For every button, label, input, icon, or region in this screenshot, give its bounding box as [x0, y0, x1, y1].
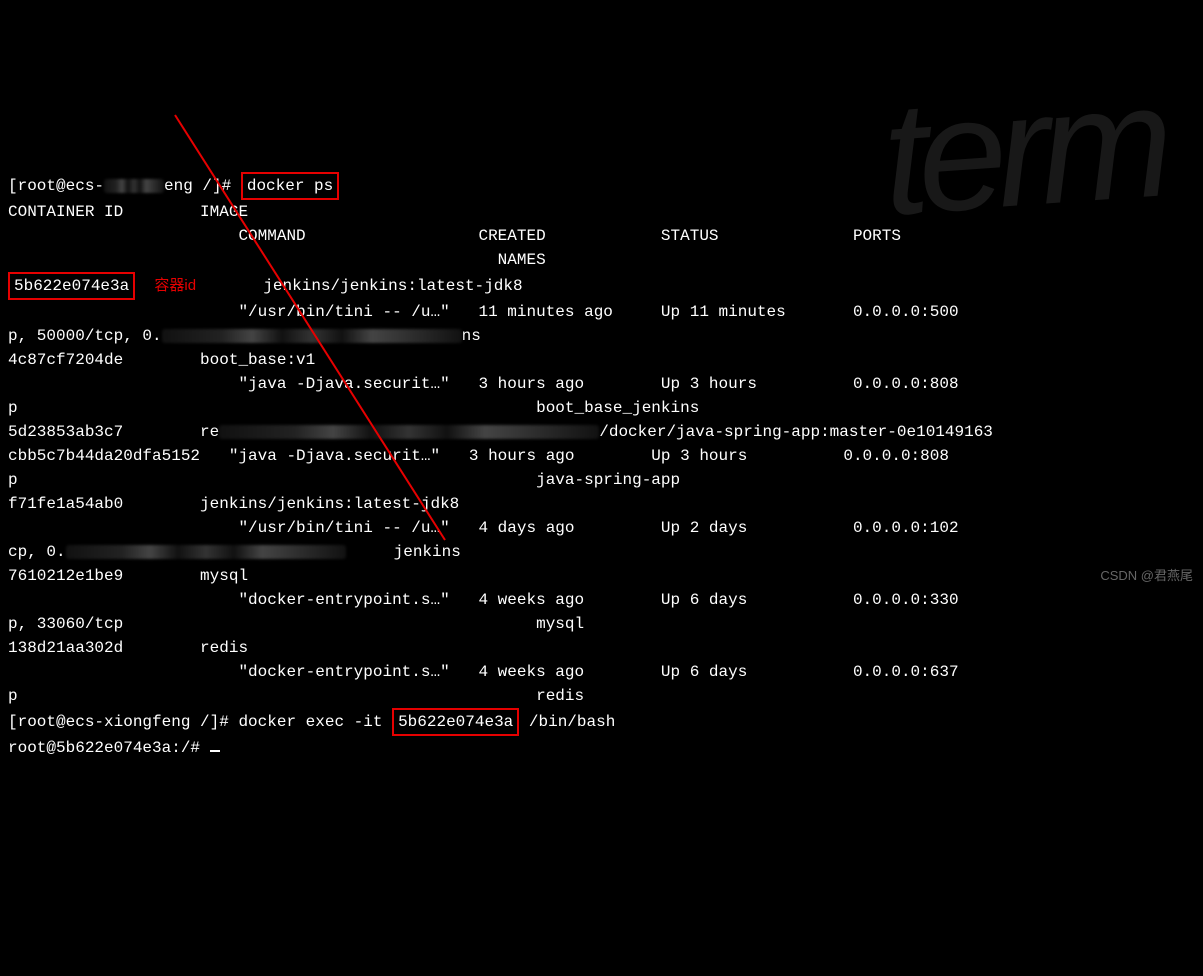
- table-row: p boot_base_jenkins: [8, 399, 699, 417]
- table-row: "/usr/bin/tini -- /u…" 4 days ago Up 2 d…: [8, 519, 959, 537]
- table-row: p redis: [8, 687, 584, 705]
- annotation-label: 容器id: [154, 277, 196, 294]
- table-row: "/usr/bin/tini -- /u…" 11 minutes ago Up…: [8, 303, 959, 321]
- table-row: "docker-entrypoint.s…" 4 weeks ago Up 6 …: [8, 663, 959, 681]
- cursor-icon: [210, 750, 220, 752]
- table-row: 138d21aa302d redis: [8, 639, 248, 657]
- csdn-watermark: CSDN @君燕尾: [1100, 566, 1193, 586]
- command-tail: /bin/bash: [519, 713, 615, 731]
- terminal-output: [root@ecs-eng /]# docker ps CONTAINER ID…: [8, 148, 1195, 760]
- table-row: cbb5c7b44da20dfa5152 "java -Djava.securi…: [8, 447, 949, 465]
- command-box-dockerps: docker ps: [241, 172, 339, 200]
- shell-prompt: [root@ecs-eng /]#: [8, 177, 231, 195]
- table-header: CONTAINER ID IMAGE: [8, 203, 248, 221]
- table-row: "java -Djava.securit…" 3 hours ago Up 3 …: [8, 375, 959, 393]
- table-row: "docker-entrypoint.s…" 4 weeks ago Up 6 …: [8, 591, 959, 609]
- table-row: p, 50000/tcp, 0.ns: [8, 327, 481, 345]
- table-row: p, 33060/tcp mysql: [8, 615, 584, 633]
- table-row: cp, 0. jenkins: [8, 543, 461, 561]
- table-row: f71fe1a54ab0 jenkins/jenkins:latest-jdk8: [8, 495, 459, 513]
- table-row: 4c87cf7204de boot_base:v1: [8, 351, 315, 369]
- table-header: COMMAND CREATED STATUS PORTS: [8, 227, 901, 245]
- table-row: 7610212e1be9 mysql: [8, 567, 248, 585]
- shell-prompt[interactable]: root@5b622e074e3a:/#: [8, 739, 210, 757]
- table-header: NAMES: [8, 251, 546, 269]
- shell-prompt: [root@ecs-xiongfeng /]# docker exec -it: [8, 713, 392, 731]
- table-row: jenkins/jenkins:latest-jdk8: [196, 277, 522, 295]
- container-id-box: 5b622e074e3a: [8, 272, 135, 300]
- table-row: p java-spring-app: [8, 471, 680, 489]
- container-id-box: 5b622e074e3a: [392, 708, 519, 736]
- table-row: 5d23853ab3c7 re/docker/java-spring-app:m…: [8, 423, 993, 441]
